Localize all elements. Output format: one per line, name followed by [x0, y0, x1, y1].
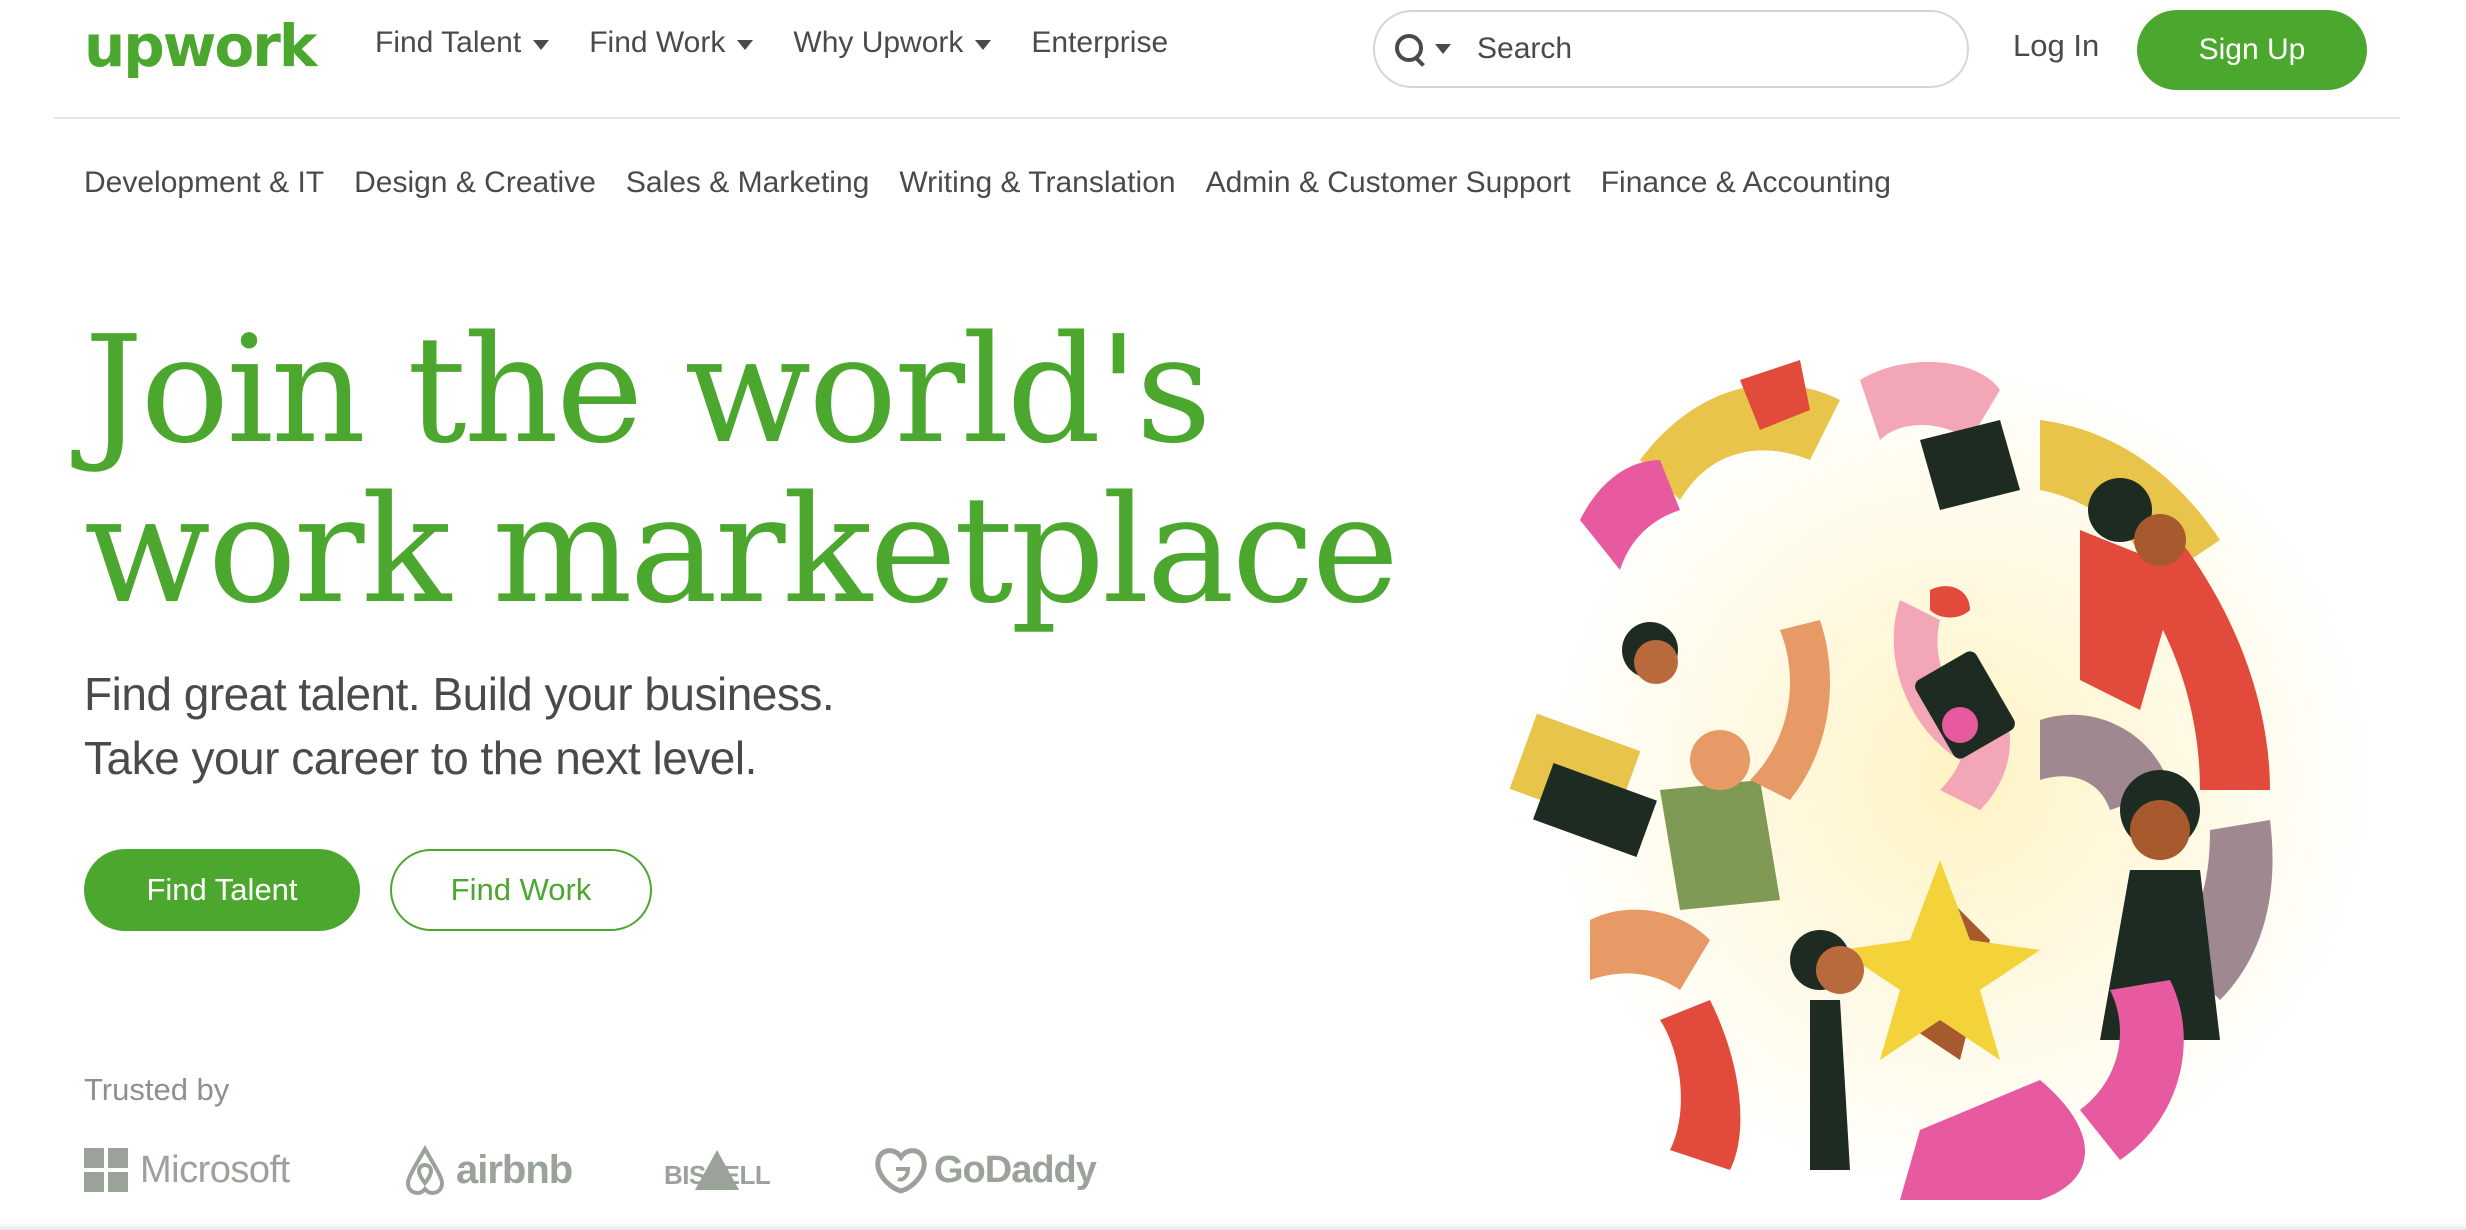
main-nav: Find Talent Find Work Why Upwork Enterpr… — [375, 26, 1168, 60]
godaddy-logo: GoDaddy — [874, 1130, 1097, 1210]
bissell-wordmark: BISSELL — [664, 1159, 771, 1190]
trusted-by-label: Trusted by — [84, 1072, 230, 1107]
chevron-down-icon — [737, 40, 754, 50]
nav-why-upwork[interactable]: Why Upwork — [793, 26, 992, 60]
airbnb-wordmark: airbnb — [456, 1147, 573, 1192]
hero-subtitle-line-2: Take your career to the next level. — [84, 732, 757, 784]
hero-title-line-2: work marketplace — [84, 464, 1399, 636]
bottom-fade — [0, 1222, 2466, 1230]
nav-find-work-label: Find Work — [589, 26, 726, 59]
nav-find-talent[interactable]: Find Talent — [375, 26, 550, 60]
hero-subtitle-line-1: Find great talent. Build your business. — [84, 668, 835, 720]
find-talent-button[interactable]: Find Talent — [84, 849, 360, 931]
category-admin-support[interactable]: Admin & Customer Support — [1206, 166, 1571, 200]
hero-title: Join the world's work marketplace — [84, 310, 1484, 630]
microsoft-wordmark: Microsoft — [140, 1148, 290, 1191]
nav-enterprise-label: Enterprise — [1031, 26, 1169, 59]
hero-illustration — [1509, 360, 2380, 1200]
bissell-logo: BISSELL — [664, 1130, 771, 1210]
microsoft-logo: Microsoft — [84, 1130, 290, 1210]
category-sales-marketing[interactable]: Sales & Marketing — [626, 166, 869, 200]
category-development-it[interactable]: Development & IT — [84, 166, 324, 200]
category-bar: Development & IT Design & Creative Sales… — [84, 166, 1891, 200]
airbnb-logo: airbnb — [398, 1130, 573, 1210]
chevron-down-icon — [533, 40, 550, 50]
upwork-logo[interactable]: upwork — [84, 12, 317, 80]
nav-why-upwork-label: Why Upwork — [793, 26, 964, 59]
category-writing-translation[interactable]: Writing & Translation — [899, 166, 1175, 200]
header-divider — [54, 117, 2400, 119]
login-link[interactable]: Log In — [2013, 28, 2099, 64]
godaddy-icon — [875, 1148, 927, 1194]
find-work-button[interactable]: Find Work — [390, 849, 652, 931]
top-header: upwork Find Talent Find Work Why Upwork … — [0, 0, 2466, 118]
windows-grid-icon — [84, 1148, 128, 1192]
search-icon[interactable] — [1393, 32, 1427, 67]
search-type-dropdown-icon[interactable] — [1435, 44, 1451, 54]
signup-button[interactable]: Sign Up — [2137, 10, 2367, 90]
nav-enterprise[interactable]: Enterprise — [1031, 26, 1168, 60]
nav-find-work[interactable]: Find Work — [589, 26, 754, 60]
category-design-creative[interactable]: Design & Creative — [354, 166, 596, 200]
chevron-down-icon — [975, 40, 992, 50]
godaddy-wordmark: GoDaddy — [934, 1148, 1097, 1191]
search-bar — [1373, 10, 1969, 88]
nav-find-talent-label: Find Talent — [375, 26, 522, 59]
hero-title-line-1: Join the world's — [84, 304, 1212, 476]
airbnb-belo-icon — [405, 1144, 445, 1196]
search-input[interactable] — [1475, 31, 1899, 67]
category-finance-accounting[interactable]: Finance & Accounting — [1601, 166, 1891, 200]
hero-subtitle: Find great talent. Build your business. … — [84, 662, 835, 790]
